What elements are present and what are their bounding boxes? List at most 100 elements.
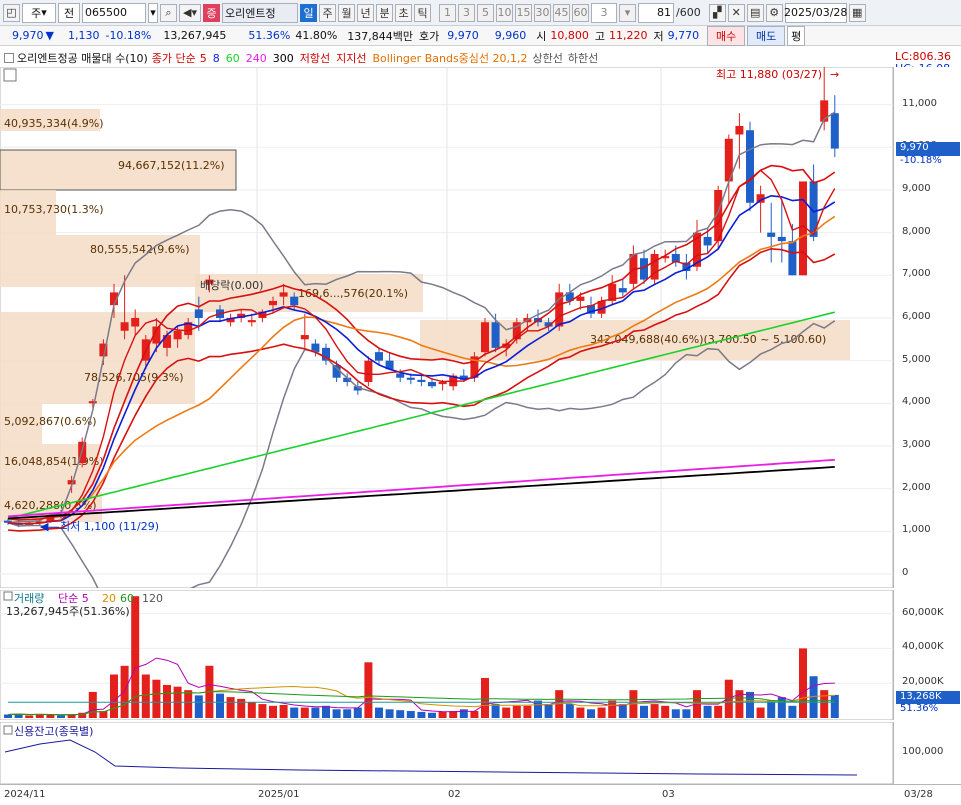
volume-bar [523, 705, 532, 718]
volume-bar [671, 709, 680, 718]
ask-price-2: 9,960 [494, 29, 527, 42]
period-tick-button[interactable]: 틱 [414, 3, 431, 22]
candle-body [830, 113, 839, 149]
minute-step-60[interactable]: 60 [572, 3, 589, 22]
calendar-icon[interactable]: ▦ [848, 3, 866, 22]
volume-bar [777, 697, 786, 718]
period-year-button[interactable]: 년 [357, 3, 374, 22]
price-y-tick: 4,000 [902, 396, 931, 408]
volume-bar [237, 698, 246, 718]
custom-step-input[interactable]: 3 [591, 2, 617, 23]
candle-body [438, 381, 447, 385]
gear-icon[interactable]: ⚙ [765, 3, 783, 22]
legend-ma240: 240 [245, 51, 267, 65]
candle-body [767, 232, 776, 237]
page-count-input[interactable]: 81 [638, 2, 674, 23]
crosshair-icon[interactable]: ✕ [727, 3, 745, 22]
price-y-tick: 2,000 [902, 481, 931, 493]
volume-profile-label: 94,667,152(11.2%) [118, 159, 225, 172]
volume-y-tick: 60,000K [902, 606, 944, 618]
layout-icon[interactable]: ◰ [3, 3, 20, 22]
sound-icon[interactable]: ◀▾ [179, 3, 201, 22]
credit-chart[interactable]: 신용잔고(종목별) [0, 722, 893, 784]
volume-bar [25, 715, 34, 718]
volume-bar [396, 710, 405, 718]
candle-body [703, 236, 712, 246]
market-badge: 증 [203, 3, 220, 22]
date-input[interactable]: 2025/03/28 [784, 2, 847, 23]
code-dropdown[interactable]: ▾ [148, 2, 158, 23]
indicator-legend: 오리엔트정공 매물대 수(10) 종가 단순 5 8 60 240 300 저항… [0, 49, 961, 67]
volume-chart[interactable]: 거래량 단순 5 20 60 120 13,267,945주(51.36%) [0, 590, 893, 720]
price-y-tick: 6,000 [902, 310, 931, 322]
candle-body [396, 373, 405, 378]
volume-bar [459, 709, 468, 718]
volume-bar [576, 707, 585, 718]
period-second-button[interactable]: 초 [395, 3, 412, 22]
period-minute-button[interactable]: 분 [376, 3, 393, 22]
stock-type-select[interactable]: 주 ▾ [22, 2, 56, 23]
volume-bar [799, 648, 807, 718]
date-tick: 2025/01 [258, 789, 300, 800]
volume-bar [300, 707, 309, 718]
volume-bar [290, 707, 299, 718]
minute-step-1[interactable]: 1 [439, 3, 456, 22]
volume-bar [216, 693, 224, 718]
volume-bar [46, 714, 55, 718]
buy-button[interactable]: 매수 [707, 25, 746, 46]
volume-bar [640, 705, 648, 718]
custom-step-dropdown[interactable]: ▾ [619, 3, 636, 22]
search-icon[interactable]: ⌕ [160, 3, 177, 22]
volume-bar [756, 707, 765, 718]
checkbox-icon[interactable] [4, 53, 14, 63]
date-tick: 02 [448, 789, 461, 800]
current-price-tag: 9,970 [896, 141, 960, 156]
ask-label: 호가 [419, 29, 440, 43]
checkbox-icon [3, 591, 13, 601]
search-type-select[interactable]: 전 [58, 2, 80, 23]
stock-code-input[interactable]: 065500 [82, 2, 146, 23]
volume-bar [385, 709, 394, 718]
page-total-label: /600 [676, 6, 701, 19]
volume-bar [767, 700, 776, 718]
chart-settings-icon[interactable]: ▞ [708, 3, 726, 22]
period-month-button[interactable]: 월 [338, 3, 355, 22]
volume-bar [597, 707, 606, 718]
current-rate-label: -10.18% [900, 154, 942, 166]
minute-step-15[interactable]: 15 [515, 3, 532, 22]
volume-bar [470, 711, 479, 718]
checkbox-icon [3, 725, 13, 735]
volume-bar [311, 707, 320, 718]
minute-step-3[interactable]: 3 [458, 3, 475, 22]
candle-body [290, 296, 299, 306]
period-day-button[interactable]: 일 [300, 3, 317, 22]
evaluate-button[interactable]: 평 [787, 25, 806, 46]
candle-body [120, 322, 129, 331]
volume-bar [724, 679, 733, 718]
legend-ma5: 5 [199, 51, 207, 65]
high-annotation: 최고 11,880 (03/27) [716, 68, 822, 81]
candle-body [618, 288, 627, 293]
period-week-button[interactable]: 주 [319, 3, 336, 22]
minute-step-10[interactable]: 10 [496, 3, 513, 22]
price-chart[interactable]: 40,935,334(4.9%) 94,667,152(11.2%) 10,753,… [0, 67, 893, 588]
volume-bar [226, 697, 235, 718]
save-icon[interactable]: ▤ [746, 3, 764, 22]
minute-step-30[interactable]: 30 [534, 3, 551, 22]
legend-resistance: 저항선 [299, 52, 331, 65]
candle-body [163, 335, 171, 348]
credit-y-tick: 100,000 [902, 746, 944, 757]
volume-bar [587, 709, 595, 718]
price-y-tick: 11,000 [902, 97, 937, 109]
volume-bar [650, 704, 659, 718]
trade-amount: 137,844백만 [347, 29, 414, 43]
minute-step-5[interactable]: 5 [477, 3, 494, 22]
legend-support: 지지선 [336, 52, 367, 65]
volume-bar [428, 712, 436, 718]
legend-bollinger: Bollinger Bands중심선 20,1,2 [372, 52, 528, 65]
volume-bar [258, 704, 267, 718]
minute-step-45[interactable]: 45 [553, 3, 570, 22]
candle-body [406, 377, 415, 380]
volume-bar [438, 711, 447, 718]
sell-button[interactable]: 매도 [747, 25, 786, 46]
